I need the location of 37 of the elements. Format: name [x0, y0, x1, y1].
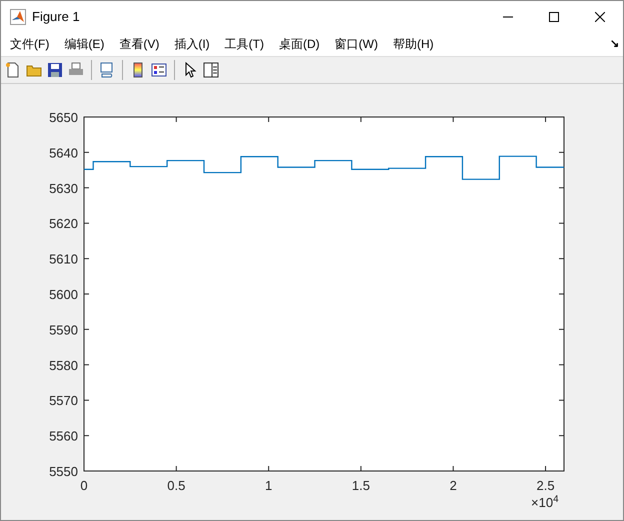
y-tick-label: 5570 — [49, 393, 78, 408]
x-tick-label: 1 — [265, 478, 272, 493]
new-file-icon[interactable] — [5, 62, 21, 78]
window-title: Figure 1 — [32, 8, 80, 26]
menu-item[interactable]: 窗口(W) — [328, 33, 384, 55]
link-plot-icon[interactable] — [99, 62, 115, 78]
y-tick-label: 5610 — [49, 252, 78, 267]
print-icon[interactable] — [68, 62, 84, 78]
y-tick-label: 5620 — [49, 216, 78, 232]
x-tick-label: 2 — [450, 478, 457, 493]
property-panel-icon[interactable] — [203, 62, 219, 78]
y-tick-label: 5650 — [49, 110, 78, 125]
y-tick-label: 5550 — [49, 464, 78, 479]
y-tick-label: 5590 — [49, 322, 78, 338]
close-icon — [595, 12, 605, 22]
menu-item[interactable]: 插入(I) — [168, 33, 216, 55]
menu-item[interactable]: 桌面(D) — [272, 33, 326, 55]
y-tick-label: 5580 — [49, 358, 78, 373]
menu-item[interactable]: 文件(F) — [4, 33, 56, 55]
menu-item[interactable]: 帮助(H) — [386, 33, 440, 55]
x-tick-label: 1.5 — [352, 478, 370, 493]
x-tick-label: 0 — [80, 478, 88, 493]
menu-item[interactable]: 查看(V) — [113, 33, 166, 55]
menu-item[interactable]: 编辑(E) — [58, 33, 110, 55]
menu-item[interactable]: 工具(T) — [218, 33, 270, 55]
maximize-icon — [549, 12, 559, 22]
x-tick-label: 2.5 — [536, 478, 555, 493]
y-tick-label: 5560 — [49, 428, 78, 444]
y-tick-label: 5600 — [49, 287, 78, 302]
x-tick-label: 0.5 — [167, 478, 186, 493]
menu-overflow-arrow[interactable]: ↘ — [610, 36, 619, 52]
save-icon[interactable] — [47, 62, 63, 78]
y-tick-label: 5630 — [49, 180, 78, 196]
y-tick-label: 5640 — [49, 145, 78, 160]
app-logo-icon — [10, 8, 26, 24]
legend-icon[interactable] — [151, 62, 167, 78]
axis-exponent-label: ×10$^{4}$ — [531, 496, 558, 509]
